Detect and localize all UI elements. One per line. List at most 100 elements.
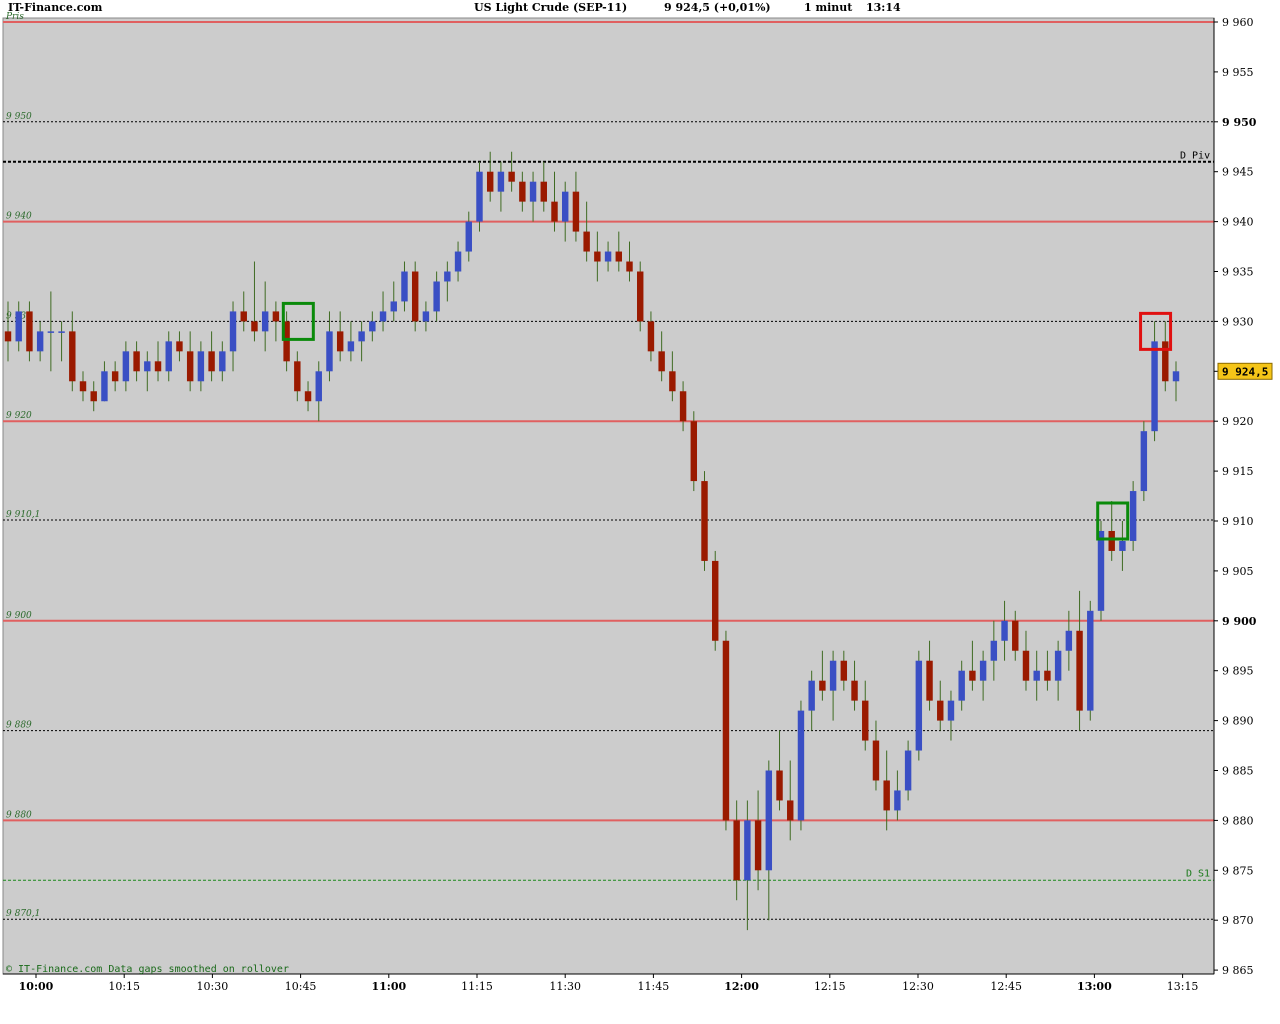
candle-body [819, 680, 826, 691]
candle-body [58, 331, 65, 333]
candle-body [101, 371, 108, 402]
candle-body [1087, 610, 1094, 711]
candle-body [894, 790, 901, 811]
candle-body [604, 251, 612, 262]
candle-body [347, 341, 355, 352]
candle-body [701, 481, 708, 561]
y-tick-label: 9 890 [1222, 715, 1254, 728]
candle-body [251, 321, 258, 332]
candle-body [90, 391, 97, 402]
candle-body [1129, 491, 1137, 541]
x-tick-label: 13:15 [1167, 980, 1199, 993]
candle-body [486, 171, 494, 192]
candle-body [369, 321, 376, 332]
candle-body [1108, 530, 1115, 551]
candle-body [872, 740, 880, 781]
x-tick-label: 12:00 [724, 980, 759, 993]
candle-body [411, 271, 419, 322]
candle-body [390, 301, 397, 312]
candle-body [733, 820, 740, 881]
candle-body [1097, 530, 1105, 611]
candle-body [1022, 650, 1030, 681]
candle-body [47, 331, 55, 333]
candle-body [1012, 620, 1019, 651]
candle-body [401, 271, 408, 302]
x-tick-label: 13:00 [1077, 980, 1112, 993]
x-tick-label: 12:15 [814, 980, 846, 993]
candle-body [358, 331, 365, 342]
candle-body [465, 221, 472, 252]
y-tick-label: 9 895 [1222, 665, 1254, 678]
candle-body [615, 251, 623, 262]
level-label: 9 910,1 [6, 510, 40, 520]
candle-body [154, 361, 162, 372]
candle-body [79, 381, 87, 392]
candle-body [797, 710, 805, 821]
candle-body [1054, 650, 1062, 681]
candle-body [208, 351, 215, 372]
candle-body [669, 371, 676, 392]
candle-body [754, 820, 762, 871]
x-tick-label: 12:30 [902, 980, 934, 993]
x-axis: 10:00 10:15 10:30 10:45 11:00 11:15 11:30 11:45… [3, 973, 1214, 993]
footer-note: © IT-Finance.com Data gaps smoothed on r… [6, 964, 289, 975]
x-tick-label: 11:15 [461, 980, 493, 993]
candle-body [1151, 341, 1158, 432]
x-tick-label: 11:00 [371, 980, 406, 993]
y-tick-label: 9 865 [1222, 964, 1254, 977]
y-tick-label: 9 870 [1222, 914, 1254, 927]
candle-body [165, 341, 172, 372]
candle-body [144, 361, 151, 372]
x-tick-label: 11:45 [638, 980, 670, 993]
candle-body [915, 660, 923, 751]
candle-body [583, 231, 590, 252]
candle-body [637, 271, 644, 322]
candle-body [272, 311, 280, 322]
candle-body [1162, 341, 1169, 382]
x-tick-label: 10:15 [108, 980, 140, 993]
candle-body [829, 660, 837, 691]
candle-body [15, 311, 22, 342]
candle-body [1140, 431, 1148, 492]
candle-body [4, 331, 12, 342]
level-label: Pris [5, 12, 24, 22]
candle-body [444, 271, 451, 282]
y-tick-label: 9 910 [1222, 515, 1254, 528]
candle-body [294, 361, 301, 392]
candle-body [744, 820, 751, 881]
candle-body [647, 321, 655, 352]
candle-body [551, 201, 558, 222]
candle-body [958, 670, 965, 701]
candle-body [904, 750, 912, 791]
candle-body [229, 311, 237, 352]
y-tick-label: 9 920 [1222, 415, 1254, 428]
y-tick-label: 9 885 [1222, 765, 1254, 778]
candle-body [722, 640, 730, 821]
candle-body [69, 331, 76, 382]
level-label: 9 880 [6, 810, 32, 820]
candle-body [658, 351, 665, 372]
y-tick-label: 9 945 [1222, 166, 1254, 179]
candle-body [1065, 630, 1073, 651]
candle-body [776, 770, 783, 801]
x-tick-label: 10:45 [285, 980, 317, 993]
candle-body [690, 421, 698, 482]
candle-body [572, 191, 580, 232]
candle-body [336, 331, 344, 352]
candle-body [186, 351, 194, 382]
level-label: 9 920 [6, 411, 32, 421]
candle-body [36, 331, 44, 352]
candle-body [1172, 371, 1180, 382]
candle-body [454, 251, 462, 272]
y-tick-label: 9 875 [1222, 864, 1254, 877]
candle-body [787, 800, 794, 821]
candle-body [840, 660, 848, 681]
candle-body [122, 351, 130, 382]
y-tick-label: 9 935 [1222, 266, 1254, 279]
candle-body [679, 391, 687, 422]
candle-body [1001, 620, 1008, 641]
level-label: 9 950 [6, 112, 32, 122]
candle-body [379, 311, 387, 322]
candle-body [765, 770, 773, 871]
y-tick-label: 9 940 [1222, 216, 1254, 229]
